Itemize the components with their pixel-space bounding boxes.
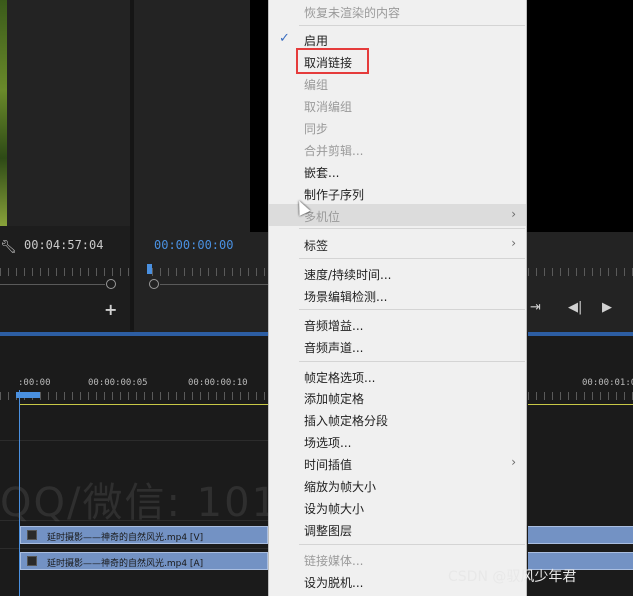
track-separator: [0, 548, 268, 549]
clip-fx-icon: [27, 556, 37, 566]
menu-item-label: 插入帧定格分段: [304, 414, 389, 428]
program-timecode[interactable]: 00:00:00:00: [154, 238, 233, 252]
menu-separator: [299, 228, 525, 229]
submenu-arrow-icon: ›: [511, 236, 516, 250]
menu-item-label: 设为帧大小: [304, 502, 365, 516]
menu-item-restore-unrendered[interactable]: 恢复未渲染的内容: [269, 0, 526, 22]
menu-item-label: 速度/持续时间...: [304, 268, 392, 282]
menu-item-synchronize[interactable]: 同步: [269, 116, 526, 138]
menu-item-nest[interactable]: 嵌套...: [269, 160, 526, 182]
menu-item-audio-gain[interactable]: 音频增益...: [269, 313, 526, 335]
menu-item-insert-frame-hold-segment[interactable]: 插入帧定格分段: [269, 408, 526, 430]
menu-separator: [299, 258, 525, 259]
menu-item-label: 帧定格选项...: [304, 371, 376, 385]
menu-item-label: 缩放为帧大小: [304, 480, 377, 494]
ruler-label-1: 00:00:00:05: [88, 378, 148, 388]
wrench-icon[interactable]: 🔧︎: [0, 236, 17, 255]
clip-fx-icon: [27, 530, 37, 540]
menu-item-label: 同步: [304, 122, 329, 136]
work-area-bar-right[interactable]: [528, 404, 633, 405]
menu-item-merge-clips[interactable]: 合并剪辑...: [269, 138, 526, 160]
program-time-ruler[interactable]: [152, 268, 268, 276]
timeline-header-bar: [0, 332, 268, 336]
context-menu: 恢复未渲染的内容 ✓ 启用 取消链接 编组 取消编组 同步 合并剪辑... 嵌套.…: [268, 0, 527, 596]
menu-item-label: 音频声道...: [304, 341, 364, 355]
program-scrub-handle[interactable]: [149, 279, 159, 289]
menu-item-field-options[interactable]: 场选项...: [269, 430, 526, 452]
source-video-preview: [0, 0, 7, 226]
highlight-box: [296, 48, 369, 74]
menu-item-audio-channels[interactable]: 音频声道...: [269, 335, 526, 357]
menu-item-label: 场选项...: [304, 436, 352, 450]
menu-item-scale-to-frame-size[interactable]: 缩放为帧大小: [269, 474, 526, 496]
program-scrub-bar[interactable]: [160, 284, 268, 285]
source-monitor-panel: [7, 0, 130, 226]
audio-clip[interactable]: 延时摄影——神奇的自然风光.mp4 [A]: [20, 552, 268, 570]
ruler-label-2: 00:00:00:10: [188, 378, 248, 388]
video-clip[interactable]: 延时摄影——神奇的自然风光.mp4 [V]: [20, 526, 268, 544]
step-to-in-icon[interactable]: ⇥: [530, 300, 541, 315]
menu-item-label: 取消编组: [304, 100, 353, 114]
menu-item-label: 调整图层: [304, 524, 353, 538]
timeline-header-bar-right: [528, 332, 633, 336]
menu-item-speed-duration[interactable]: 速度/持续时间...: [269, 262, 526, 284]
menu-item-label: 场景编辑检测...: [304, 290, 388, 304]
program-video-right: [527, 0, 633, 232]
menu-item-label: 标签: [304, 239, 329, 253]
menu-item-set-to-frame-size[interactable]: 设为帧大小: [269, 496, 526, 518]
menu-item-label: 制作子序列: [304, 188, 365, 202]
checkmark-icon: ✓: [279, 31, 290, 46]
work-area-bar[interactable]: [20, 404, 268, 405]
menu-item-label: 恢复未渲染的内容: [304, 6, 401, 20]
audio-clip-label: 延时摄影——神奇的自然风光.mp4 [A]: [47, 559, 204, 569]
menu-item-label: 合并剪辑...: [304, 144, 364, 158]
menu-item-add-frame-hold[interactable]: 添加帧定格: [269, 386, 526, 408]
submenu-arrow-icon: ›: [511, 455, 516, 469]
step-back-icon[interactable]: ◀|: [568, 300, 582, 315]
menu-item-label: 嵌套...: [304, 166, 340, 180]
source-time-ruler[interactable]: [0, 268, 130, 276]
ruler-label-3: 00:00:01:0: [582, 378, 633, 388]
menu-item-make-subsequence[interactable]: 制作子序列: [269, 182, 526, 204]
source-scrub-handle[interactable]: [106, 279, 116, 289]
menu-item-label: 启用: [304, 34, 329, 48]
source-scrub-bar[interactable]: [0, 284, 105, 285]
play-icon[interactable]: ▶: [602, 300, 612, 315]
program-video-preview: [250, 0, 270, 232]
menu-item-label: 添加帧定格: [304, 392, 365, 406]
source-timecode[interactable]: 00:04:57:04: [24, 238, 103, 252]
menu-item-label: 链接媒体...: [304, 554, 364, 568]
track-separator: [0, 440, 268, 441]
menu-item-time-interpolation[interactable]: 时间插值 ›: [269, 452, 526, 474]
menu-separator: [299, 544, 525, 545]
menu-item-label-submenu[interactable]: 标签 ›: [269, 233, 526, 255]
program-time-ruler-right[interactable]: [528, 268, 633, 276]
timeline-ruler-right[interactable]: [528, 392, 633, 400]
program-playhead-marker[interactable]: [147, 264, 152, 274]
menu-separator: [299, 361, 525, 362]
menu-item-adjustment-layer[interactable]: 调整图层: [269, 518, 526, 540]
menu-separator: [299, 25, 525, 26]
timeline-ruler[interactable]: [0, 392, 268, 400]
video-clip-label: 延时摄影——神奇的自然风光.mp4 [V]: [47, 533, 204, 543]
add-button[interactable]: +: [104, 300, 117, 319]
menu-separator: [299, 309, 525, 310]
csdn-watermark: CSDN @驭风少年君: [448, 569, 577, 585]
video-clip-continued[interactable]: [528, 526, 633, 544]
menu-item-scene-edit-detection[interactable]: 场景编辑检测...: [269, 284, 526, 306]
program-monitor-left: [134, 0, 250, 232]
menu-item-label: 设为脱机...: [304, 576, 364, 590]
menu-item-ungroup[interactable]: 取消编组: [269, 94, 526, 116]
submenu-arrow-icon: ›: [511, 207, 516, 221]
menu-item-group[interactable]: 编组: [269, 72, 526, 94]
playback-controls: [527, 232, 633, 332]
menu-item-label: 音频增益...: [304, 319, 364, 333]
menu-item-enable[interactable]: ✓ 启用: [269, 28, 526, 50]
menu-item-label: 时间插值: [304, 458, 353, 472]
menu-item-label: 编组: [304, 78, 329, 92]
ruler-label-0: :00:00: [18, 378, 51, 388]
menu-item-frame-hold-options[interactable]: 帧定格选项...: [269, 365, 526, 387]
